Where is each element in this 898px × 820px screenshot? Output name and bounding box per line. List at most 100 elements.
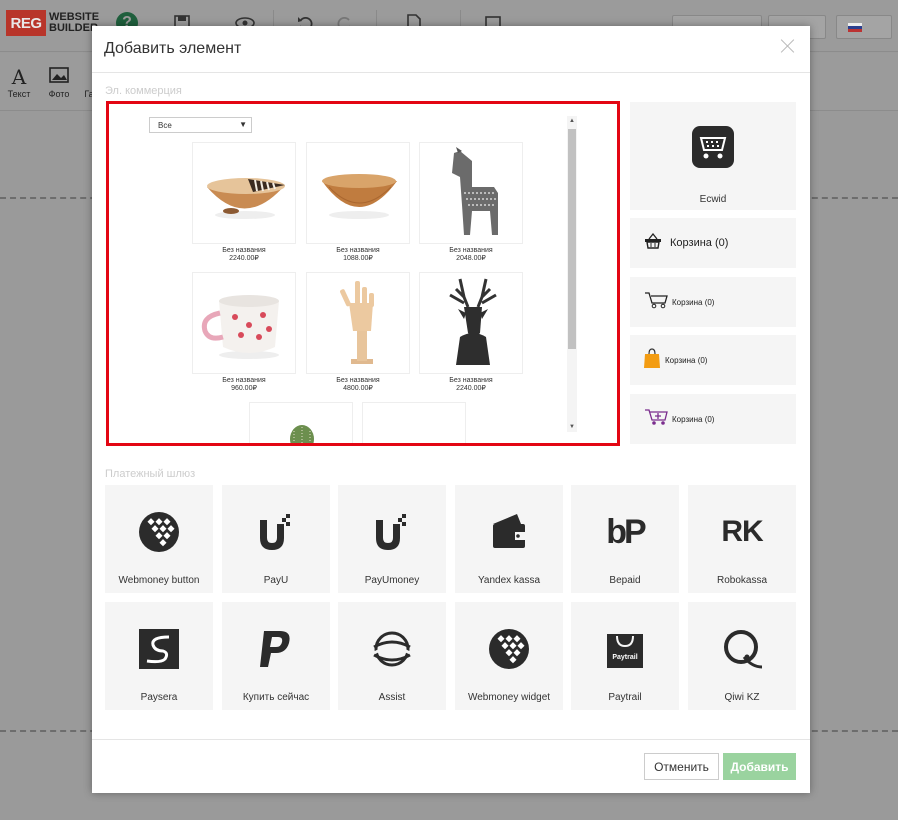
- webmoney-icon: [134, 507, 184, 557]
- element-ecwid[interactable]: Ecwid: [630, 102, 796, 210]
- tool-text[interactable]: A Текст: [6, 65, 32, 99]
- element-qiwi-kz[interactable]: Qiwi KZ: [688, 602, 796, 710]
- add-button[interactable]: Добавить: [723, 753, 796, 780]
- cart-label: Корзина (0): [672, 414, 715, 424]
- cart-plus-icon: [644, 408, 668, 431]
- product-image-bowl: [306, 142, 410, 244]
- cart-label: Корзина (0): [665, 355, 708, 365]
- payment-label: Paytrail: [608, 692, 642, 703]
- cart-label: Корзина (0): [670, 237, 729, 249]
- cart-label: Корзина (0): [672, 297, 715, 307]
- cancel-button[interactable]: Отменить: [644, 753, 719, 780]
- wallet-icon: [484, 507, 534, 557]
- element-webmoney-widget[interactable]: Webmoney widget: [455, 602, 563, 710]
- payment-label: Assist: [378, 692, 406, 703]
- product-price: 2240.00₽: [229, 255, 259, 262]
- payment-label: PayU: [263, 575, 289, 586]
- paypal-icon: [251, 624, 301, 674]
- scroll-thumb[interactable]: [568, 129, 576, 349]
- add-element-dialog: Добавить элемент Эл. коммерция Все ▼ Без…: [92, 26, 810, 793]
- section-label-payment: Платежный шлюз: [105, 468, 196, 480]
- robokassa-icon: RK: [721, 515, 763, 548]
- product-name: Без названия: [222, 247, 266, 254]
- close-icon[interactable]: [780, 38, 796, 54]
- logo: REG WEBSITE BUILDER: [6, 10, 99, 36]
- chevron-down-icon: ▼: [239, 120, 247, 129]
- scroll-down-icon[interactable]: ▼: [567, 422, 577, 432]
- product-price: 2048.00₽: [456, 255, 486, 262]
- qiwi-icon: [717, 624, 767, 674]
- element-paysera[interactable]: Paysera: [105, 602, 213, 710]
- product-card[interactable]: Без названия 960.00₽: [192, 272, 296, 392]
- product-image-mug: [192, 272, 296, 374]
- scroll-up-icon[interactable]: ▲: [567, 116, 577, 126]
- product-card[interactable]: Без названия 2048.00₽: [419, 142, 523, 262]
- payment-label: Bepaid: [609, 575, 641, 586]
- product-image: [362, 402, 466, 443]
- tool-photo[interactable]: Фото: [46, 65, 72, 99]
- product-name: Без названия: [449, 247, 493, 254]
- element-cart-plus[interactable]: Корзина (0): [630, 394, 796, 444]
- element-payumoney[interactable]: PayUmoney: [338, 485, 446, 593]
- preview-scrollbar[interactable]: ▲ ▼: [567, 116, 577, 432]
- element-robokassa[interactable]: RK Robokassa: [688, 485, 796, 593]
- product-price: 4800.00₽: [343, 385, 373, 392]
- payu-icon: [251, 507, 301, 557]
- product-price: 960.00₽: [231, 385, 257, 392]
- store-preview[interactable]: Все ▼ Без названия 2240.00₽ Без названия…: [106, 101, 620, 446]
- dialog-footer: Отменить Добавить: [92, 739, 810, 793]
- product-card[interactable]: [362, 402, 466, 443]
- element-assist[interactable]: Assist: [338, 602, 446, 710]
- element-bepaid[interactable]: bP Bepaid: [571, 485, 679, 593]
- payment-label: PayUmoney: [364, 575, 420, 586]
- product-image-cactus: [249, 402, 353, 443]
- product-name: Без названия: [336, 377, 380, 384]
- payment-label: Robokassa: [716, 575, 768, 586]
- payment-label: Webmoney button: [118, 575, 200, 586]
- product-card[interactable]: Без названия 2240.00₽: [419, 272, 523, 392]
- shopping-bag-icon: [644, 347, 660, 373]
- element-cart-outline[interactable]: Корзина (0): [630, 277, 796, 327]
- element-yandex-kassa[interactable]: Yandex kassa: [455, 485, 563, 593]
- category-filter-select[interactable]: Все ▼: [149, 117, 252, 133]
- bepaid-icon: bP: [606, 512, 646, 551]
- payment-label: Купить сейчас: [242, 692, 310, 703]
- basket-icon: [644, 232, 662, 254]
- payumoney-icon: [367, 507, 417, 557]
- product-image-deer-head: [419, 272, 523, 374]
- element-paypal[interactable]: Купить сейчас: [222, 602, 330, 710]
- element-payu[interactable]: PayU: [222, 485, 330, 593]
- element-webmoney-button[interactable]: Webmoney button: [105, 485, 213, 593]
- dialog-header: Добавить элемент: [92, 26, 810, 73]
- payment-label: Yandex kassa: [477, 575, 541, 586]
- product-name: Без названия: [449, 377, 493, 384]
- product-image-bowl: [192, 142, 296, 244]
- element-paytrail[interactable]: Paytrail Paytrail: [571, 602, 679, 710]
- element-cart-basket[interactable]: Корзина (0): [630, 218, 796, 268]
- product-card[interactable]: Без названия 2240.00₽: [192, 142, 296, 262]
- product-card[interactable]: [249, 402, 353, 443]
- payment-label: Webmoney widget: [467, 692, 551, 703]
- cart-outline-icon: [644, 291, 668, 314]
- product-image-wooden-hand: [306, 272, 410, 374]
- product-image-horse: [419, 142, 523, 244]
- product-price: 1088.00₽: [343, 255, 373, 262]
- paytrail-icon: Paytrail: [600, 624, 650, 674]
- payment-label: Paysera: [140, 692, 178, 703]
- paysera-icon: [134, 624, 184, 674]
- payment-label: Qiwi KZ: [724, 692, 760, 703]
- element-label: Ecwid: [699, 194, 727, 205]
- ecwid-cart-icon: [692, 126, 734, 173]
- russian-flag-icon: [848, 23, 862, 32]
- product-price: 2240.00₽: [456, 385, 486, 392]
- product-card[interactable]: Без названия 4800.00₽: [306, 272, 410, 392]
- section-label-ecommerce: Эл. коммерция: [105, 85, 182, 97]
- assist-icon: [367, 624, 417, 674]
- product-name: Без названия: [222, 377, 266, 384]
- element-cart-bag[interactable]: Корзина (0): [630, 335, 796, 385]
- webmoney-icon: [484, 624, 534, 674]
- photo-icon: [46, 65, 72, 89]
- product-card[interactable]: Без названия 1088.00₽: [306, 142, 410, 262]
- logo-mark: REG: [6, 10, 46, 36]
- language-dropdown[interactable]: [836, 15, 892, 39]
